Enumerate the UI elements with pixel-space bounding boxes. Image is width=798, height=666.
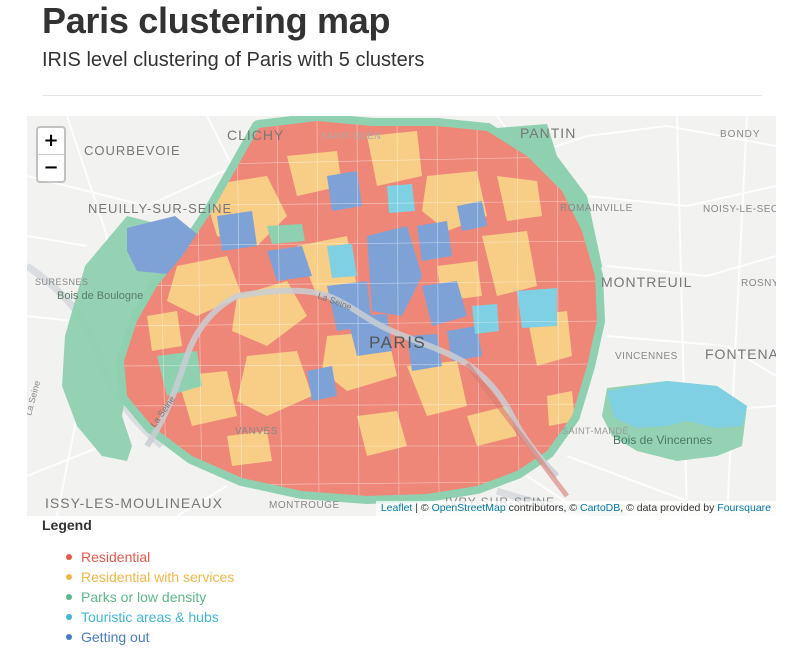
map-label-suresnes: SURESNES <box>35 277 89 287</box>
legend-label: Residential <box>81 549 151 565</box>
legend-item-residential: Residential <box>64 548 234 568</box>
leaflet-link[interactable]: Leaflet <box>381 502 413 514</box>
legend-dot-icon <box>66 634 72 640</box>
map-label-courbevoie: COURBEVOIE <box>84 143 181 158</box>
page-title: Paris clustering map <box>42 0 391 41</box>
map-label-paris: PARIS <box>369 333 426 352</box>
legend-item-touristic: Touristic areas & hubs <box>64 608 234 628</box>
map-label-montreuil: MONTREUIL <box>601 274 692 290</box>
map-label-romainville: ROMAINVILLE <box>560 203 633 214</box>
header-divider <box>42 95 762 96</box>
attribution-contributors: contributors, © <box>505 502 580 514</box>
legend-item-parks: Parks or low density <box>64 588 234 608</box>
map-label-rosny: ROSNY <box>741 278 776 289</box>
foursquare-link[interactable]: Foursquare <box>717 502 771 514</box>
map-label-issy: ISSY-LES-MOULINEAUX <box>45 495 223 511</box>
map-attribution: Leaflet | © OpenStreetMap contributors, … <box>375 501 776 516</box>
map-label-noisy: NOISY-LE-SEC <box>703 204 776 215</box>
legend-dot-icon <box>66 574 72 580</box>
legend-label: Parks or low density <box>81 589 207 605</box>
map-label-neuilly: NEUILLY-SUR-SEINE <box>88 201 232 216</box>
map-canvas[interactable]: CLICHY SAINT-OUEN PANTIN BONDY COURBEVOI… <box>27 116 776 516</box>
openstreetmap-link[interactable]: OpenStreetMap <box>432 502 506 514</box>
map-label-bois-de-boulogne: Bois de Boulogne <box>57 290 143 302</box>
map-label-vincennes: VINCENNES <box>615 351 678 362</box>
legend-list: Residential Residential with services Pa… <box>64 548 234 648</box>
map-label-clichy: CLICHY <box>227 127 284 143</box>
map-label-vanves: VANVES <box>235 426 278 437</box>
attribution-data: , © data provided by <box>620 502 718 514</box>
map-label-pantin: PANTIN <box>520 125 576 141</box>
attribution-separator: | © <box>412 502 432 514</box>
map-label-fontenay: FONTENA <box>705 346 776 362</box>
page-subtitle: IRIS level clustering of Paris with 5 cl… <box>42 49 425 71</box>
zoom-control: + − <box>36 126 66 183</box>
zoom-in-button[interactable]: + <box>38 128 64 155</box>
map[interactable]: CLICHY SAINT-OUEN PANTIN BONDY COURBEVOI… <box>27 116 776 516</box>
zoom-out-button[interactable]: − <box>38 155 64 181</box>
legend-title: Legend <box>42 517 92 533</box>
legend-label: Getting out <box>81 629 150 645</box>
legend-label: Residential with services <box>81 569 235 585</box>
legend-dot-icon <box>66 614 72 620</box>
map-label-saint-ouen: SAINT-OUEN <box>321 131 381 141</box>
map-label-bondy: BONDY <box>720 129 761 140</box>
legend-dot-icon <box>66 554 72 560</box>
cartodb-link[interactable]: CartoDB <box>580 502 620 514</box>
map-label-bois-de-vincennes: Bois de Vincennes <box>613 433 712 447</box>
legend-label: Touristic areas & hubs <box>81 609 219 625</box>
map-label-montrouge: MONTROUGE <box>269 500 340 511</box>
legend-item-getting-out: Getting out <box>64 628 234 648</box>
legend-dot-icon <box>66 594 72 600</box>
legend-item-residential-services: Residential with services <box>64 568 234 588</box>
